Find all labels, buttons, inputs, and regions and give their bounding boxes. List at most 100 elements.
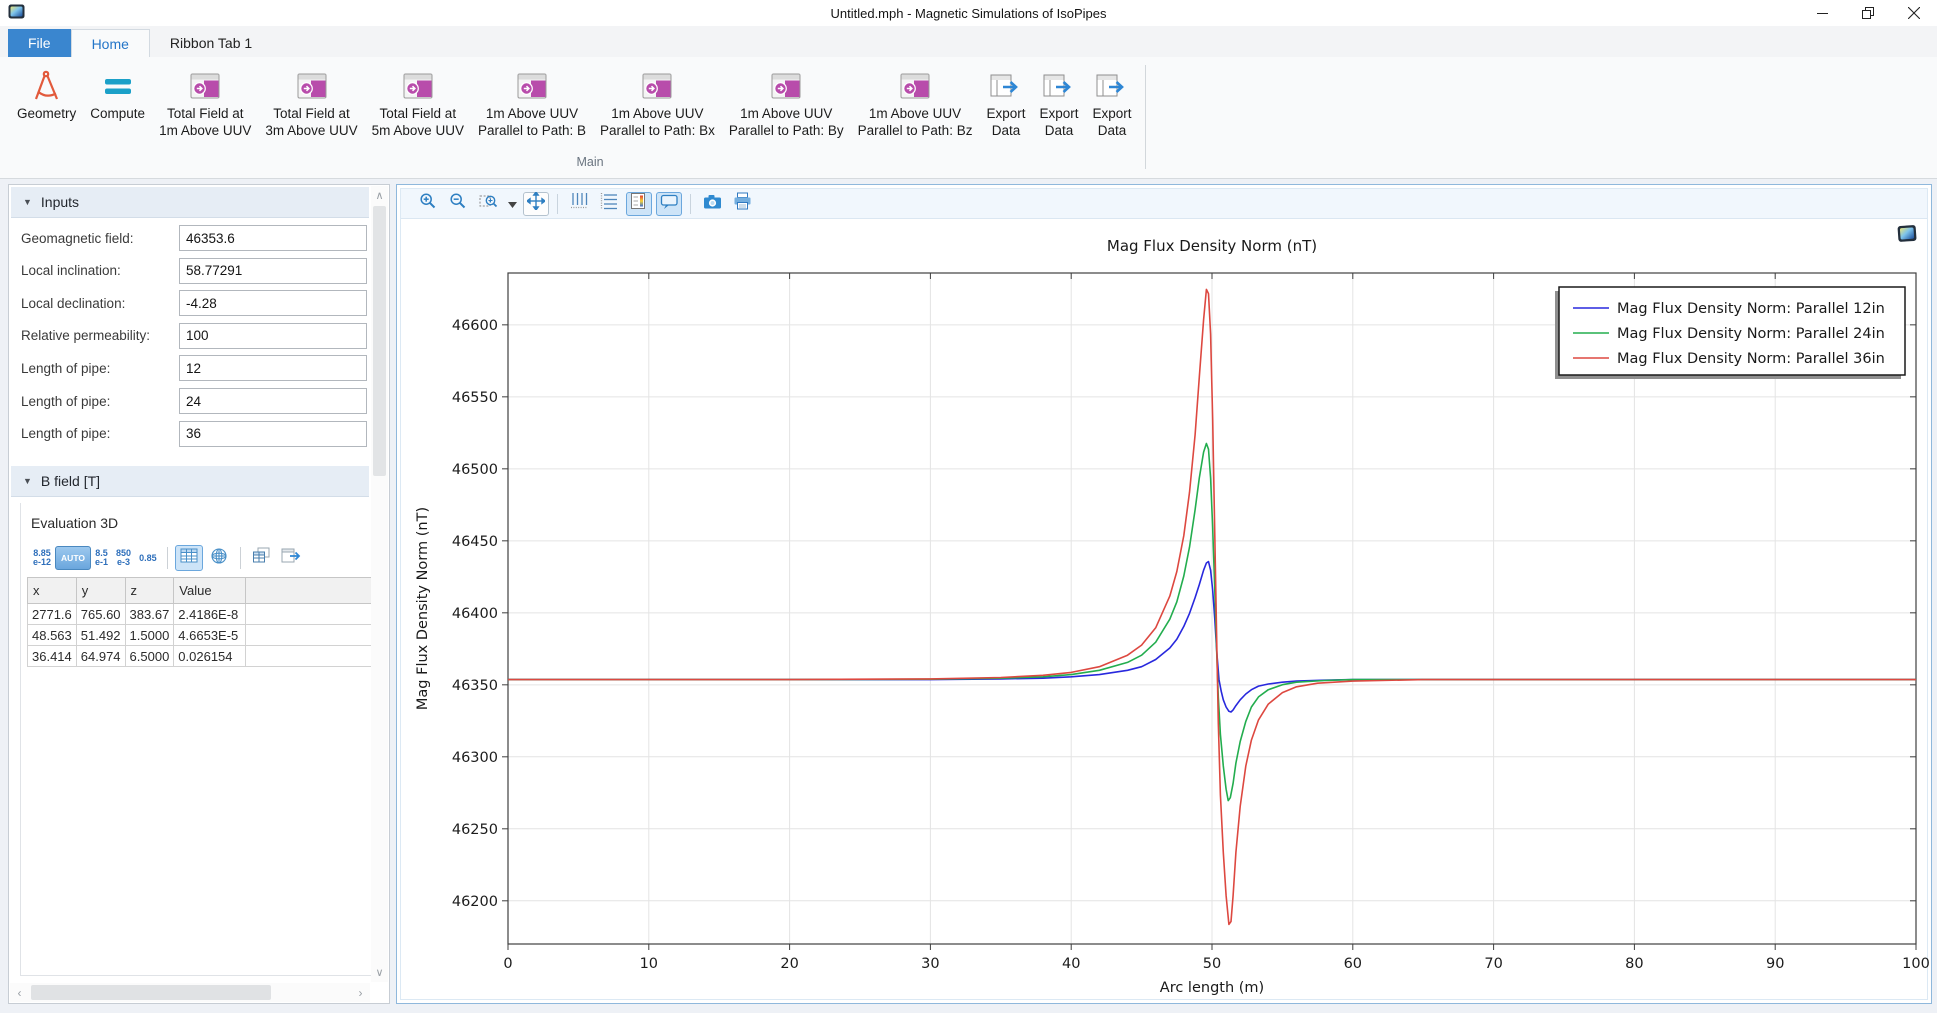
copy-table-button[interactable] [248,545,276,571]
ribbon-button-label: Total Field at5m Above UUV [372,105,464,139]
zoom-box-button[interactable] [475,192,501,216]
zoom-box-icon [479,192,498,215]
table-cell: 48.563 [28,625,77,646]
table-row[interactable]: 2771.6765.60383.672.4186E-8 [28,604,382,625]
format-0-85-button[interactable]: 0.85 [135,552,161,565]
scroll-left-icon[interactable]: ‹ [10,986,29,1000]
y-axis-grid-button[interactable] [596,192,622,216]
show-table-button[interactable] [175,545,203,571]
table-row[interactable]: 48.56351.4921.50004.6653E-5 [28,625,382,646]
length-of-pipe-3-input[interactable] [179,421,367,447]
zoom-extents-icon [527,192,545,215]
globe-icon [210,547,228,570]
ribbon-button-parallel-bx[interactable]: 1m Above UUVParallel to Path: Bx [593,63,722,143]
tab-file[interactable]: File [8,29,71,57]
scrollbar-thumb[interactable] [373,206,386,476]
ribbon-button-export-data-2[interactable]: ExportData [1032,63,1085,143]
detach-window-icon[interactable] [1897,225,1919,243]
bfield-section-header[interactable]: ▼ B field [T] [11,466,369,497]
x-tick-label: 20 [780,956,798,972]
table-cell-empty [246,604,382,625]
ribbon-button-label: ExportData [1093,105,1132,139]
legend-entry-label: Mag Flux Density Norm: Parallel 12in [1617,301,1885,317]
relative-permeability-input[interactable] [179,323,367,349]
plot-window-icon [900,67,930,105]
ribbon-button-geometry[interactable]: Geometry [10,63,83,126]
length-of-pipe-1-label: Length of pipe: [21,361,110,376]
relative-permeability-label: Relative permeability: [21,328,150,343]
format-8-5e-1-button[interactable]: 8.5e-1 [91,547,112,569]
y-tick-label: 46200 [452,894,498,910]
ribbon-button-total-field-1m[interactable]: Total Field at1m Above UUV [152,63,258,143]
zoom-extents-button[interactable] [523,192,549,216]
ribbon-button-compute[interactable]: Compute [83,63,152,126]
geomagnetic-field-input[interactable] [179,225,367,251]
full-precision-button[interactable] [205,545,233,571]
format-auto-button[interactable]: AUTO [55,546,91,570]
close-button[interactable] [1891,0,1937,26]
y-tick-label: 46400 [452,606,498,622]
export-table-button[interactable] [278,545,306,571]
zoom-in-button[interactable] [415,192,441,216]
ribbon-button-label: Compute [90,105,145,122]
scroll-up-icon[interactable]: ∧ [371,186,388,205]
grid-y-icon [600,192,618,215]
table-header-z[interactable]: z [125,578,174,604]
x-tick-label: 80 [1625,956,1643,972]
geomagnetic-field-label: Geomagnetic field: [21,231,134,246]
tab-ribbon-tab-1[interactable]: Ribbon Tab 1 [150,29,272,57]
zoom-in-icon [419,192,437,215]
format-850e-3-button[interactable]: 850e-3 [112,547,135,569]
ribbon-button-total-field-3m[interactable]: Total Field at3m Above UUV [258,63,364,143]
local-inclination-input[interactable] [179,258,367,284]
ribbon-button-parallel-bz[interactable]: 1m Above UUVParallel to Path: Bz [851,63,980,143]
show-tooltips-button[interactable] [656,192,682,216]
print-button[interactable] [729,192,755,216]
x-axis-label: Arc length (m) [1160,980,1264,996]
table-cell-empty [246,646,382,667]
settings-vertical-scrollbar[interactable]: ∧ ∨ [371,186,388,982]
format-8-85e-12-button[interactable]: 8.85e-12 [29,547,55,569]
table-header-value[interactable]: Value [174,578,246,604]
inputs-section-title: Inputs [41,194,79,210]
ribbon-button-label: ExportData [1039,105,1078,139]
ribbon-button-label: 1m Above UUVParallel to Path: Bz [858,105,973,139]
minimize-button[interactable] [1799,0,1845,26]
local-declination-input[interactable] [179,290,367,316]
window-title: Untitled.mph - Magnetic Simulations of I… [0,6,1937,21]
tab-home[interactable]: Home [71,29,150,57]
ribbon-button-label: 1m Above UUVParallel to Path: By [729,105,844,139]
table-cell: 6.5000 [125,646,174,667]
ribbon-button-parallel-by[interactable]: 1m Above UUVParallel to Path: By [722,63,851,143]
table-cell: 4.6653E-5 [174,625,246,646]
restore-button[interactable] [1845,0,1891,26]
evaluation-subpanel: Evaluation 3D 8.85e-12AUTO8.5e-1850e-30.… [20,503,376,976]
length-of-pipe-2-input[interactable] [179,388,367,414]
zoom-box-dropdown-button[interactable] [505,192,519,216]
inputs-section-header[interactable]: ▼ Inputs [11,187,369,218]
length-of-pipe-1-input[interactable] [179,355,367,381]
table-header-x[interactable]: x [28,578,77,604]
chart[interactable]: 0102030405060708090100462004625046300463… [401,219,1927,999]
titlebar: Untitled.mph - Magnetic Simulations of I… [0,0,1937,26]
ribbon-button-total-field-5m[interactable]: Total Field at5m Above UUV [365,63,471,143]
scroll-right-icon[interactable]: › [351,986,370,1000]
plot-window-icon [642,67,672,105]
scroll-down-icon[interactable]: ∨ [371,963,388,982]
scrollbar-thumb[interactable] [31,985,271,1000]
camera-icon [703,193,722,215]
copy-table-icon [252,547,271,569]
table-row[interactable]: 36.41464.9746.50000.026154 [28,646,382,667]
ribbon-button-export-data-3[interactable]: ExportData [1086,63,1139,143]
export-icon [990,67,1022,105]
settings-horizontal-scrollbar[interactable]: ‹ › [10,983,370,1002]
plot-window-icon [771,67,801,105]
table-header-y[interactable]: y [76,578,125,604]
x-axis-grid-button[interactable] [566,192,592,216]
show-legends-button[interactable] [626,192,652,216]
ribbon-button-export-data-1[interactable]: ExportData [979,63,1032,143]
ribbon-button-parallel-b[interactable]: 1m Above UUVParallel to Path: B [471,63,593,143]
zoom-out-button[interactable] [445,192,471,216]
ribbon-button-label: 1m Above UUVParallel to Path: Bx [600,105,715,139]
image-snapshot-button[interactable] [699,192,725,216]
